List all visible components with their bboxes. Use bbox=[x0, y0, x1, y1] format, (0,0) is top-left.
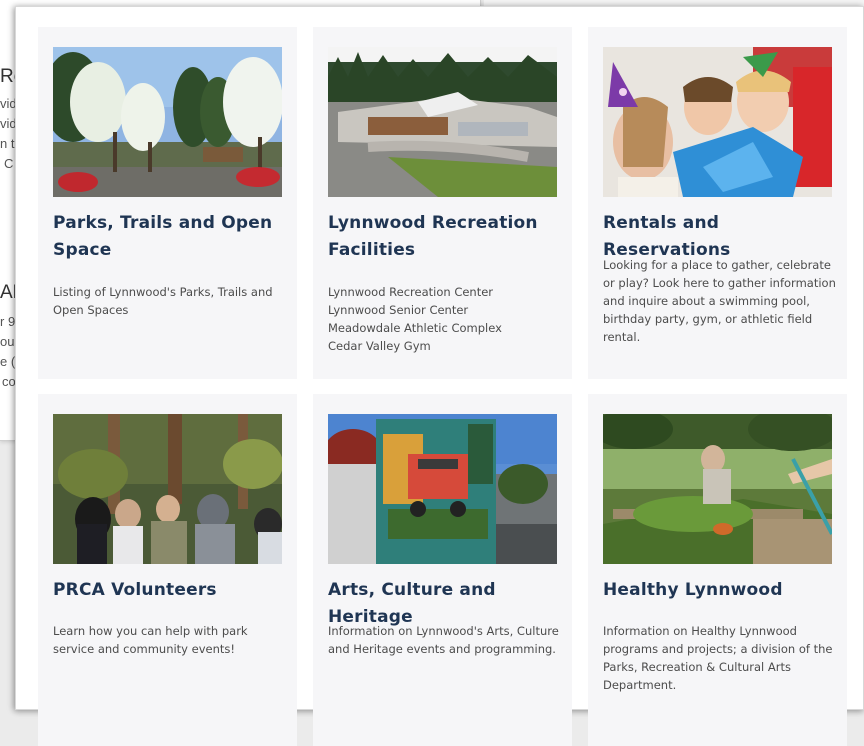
cards-panel: Parks, Trails and Open Space Listing of … bbox=[15, 6, 864, 746]
birthday-party-photo[interactable] bbox=[603, 47, 832, 197]
garden-image bbox=[603, 414, 832, 564]
background-text: co bbox=[2, 374, 16, 389]
card-arts-culture[interactable]: Arts, Culture and Heritage Information o… bbox=[313, 394, 572, 746]
background-text: C bbox=[4, 156, 14, 171]
card-description: Lynnwood Recreation Center Lynnwood Seni… bbox=[328, 283, 564, 355]
card-healthy-lynnwood[interactable]: Healthy Lynnwood Information on Healthy … bbox=[588, 394, 847, 746]
facility-link[interactable]: Lynnwood Senior Center bbox=[328, 301, 564, 319]
background-text: n t bbox=[0, 136, 15, 151]
card-rentals-reservations[interactable]: Rentals and Reservations Looking for a p… bbox=[588, 27, 847, 379]
park-photo-image bbox=[53, 47, 282, 197]
utility-box-image bbox=[328, 414, 557, 564]
volunteers-forest-photo[interactable] bbox=[53, 414, 282, 564]
background-text: r 9 bbox=[0, 314, 16, 329]
card-description: Information on Lynnwood's Arts, Culture … bbox=[328, 624, 559, 656]
card-description: Looking for a place to gather, celebrate… bbox=[603, 258, 836, 344]
card-parks-trails[interactable]: Parks, Trails and Open Space Listing of … bbox=[38, 27, 297, 379]
card-title[interactable]: Healthy Lynnwood bbox=[603, 577, 839, 604]
painted-utility-box-photo[interactable] bbox=[328, 414, 557, 564]
recreation-center-image bbox=[328, 47, 557, 197]
card-recreation-facilities[interactable]: Lynnwood Recreation Facilities Lynnwood … bbox=[313, 27, 572, 379]
card-description: Learn how you can help with park service… bbox=[53, 624, 248, 656]
card-title[interactable]: Parks, Trails and Open Space bbox=[53, 210, 289, 264]
volunteers-image bbox=[53, 414, 282, 564]
card-title[interactable]: PRCA Volunteers bbox=[53, 577, 289, 604]
facility-link[interactable]: Cedar Valley Gym bbox=[328, 337, 564, 355]
facility-link[interactable]: Meadowdale Athletic Complex bbox=[328, 319, 564, 337]
card-description: Listing of Lynnwood's Parks, Trails and … bbox=[53, 285, 273, 317]
park-photo[interactable] bbox=[53, 47, 282, 197]
facility-link[interactable]: Lynnwood Recreation Center bbox=[328, 283, 564, 301]
recreation-center-aerial-photo[interactable] bbox=[328, 47, 557, 197]
card-prca-volunteers[interactable]: PRCA Volunteers Learn how you can help w… bbox=[38, 394, 297, 746]
background-text: ou bbox=[0, 334, 15, 349]
card-title[interactable]: Lynnwood Recreation Facilities bbox=[328, 210, 564, 264]
birthday-party-image bbox=[603, 47, 832, 197]
card-description: Information on Healthy Lynnwood programs… bbox=[603, 624, 833, 692]
garden-bed-photo[interactable] bbox=[603, 414, 832, 564]
background-text: e ( bbox=[0, 354, 16, 369]
